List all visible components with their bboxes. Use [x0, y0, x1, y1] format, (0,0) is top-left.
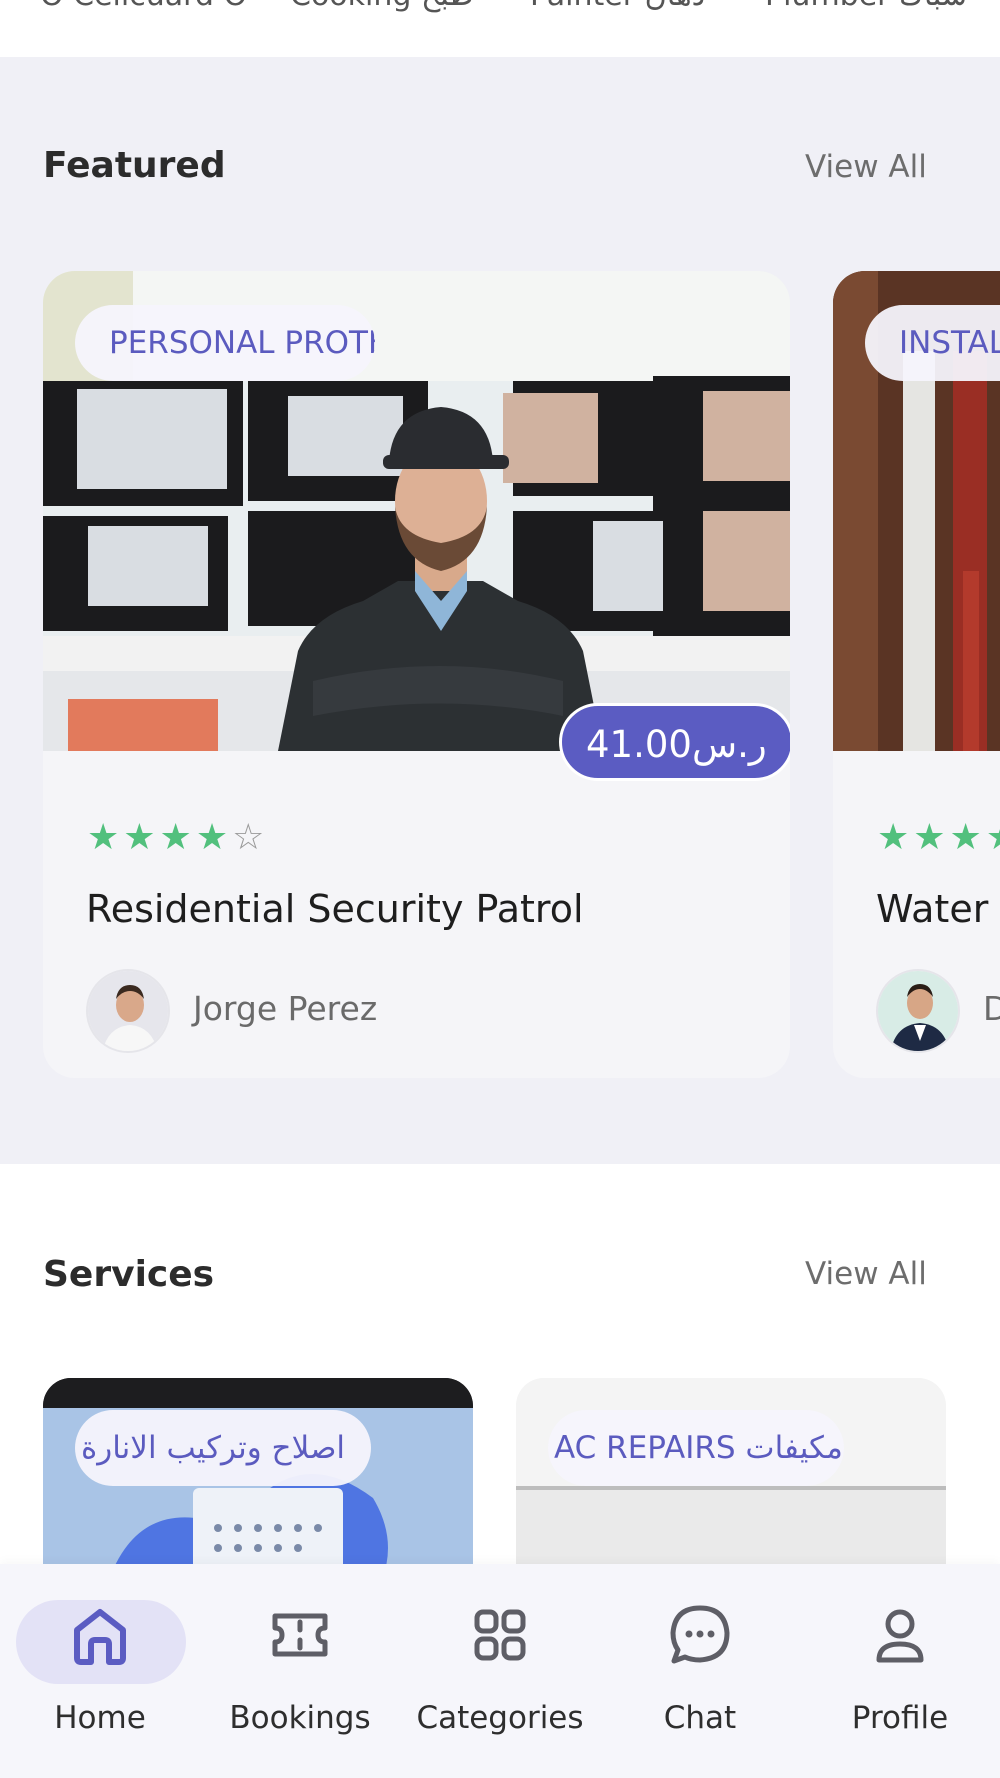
- rating-stars: ★★★★☆: [87, 817, 268, 858]
- category-chip[interactable]: Cooking طبخ: [290, 0, 473, 13]
- bottom-navigation: Home Bookings Categories Chat Profile: [0, 1564, 1000, 1778]
- category-tag: PERSONAL PROTECTION: [75, 305, 375, 381]
- category-chip[interactable]: Painter دهان: [530, 0, 705, 13]
- star-empty-icon: ☆: [232, 817, 269, 858]
- nav-item-profile[interactable]: Profile: [800, 1600, 1000, 1760]
- price-badge: 41.00ر.س: [559, 703, 790, 781]
- ticket-icon: [272, 1613, 328, 1657]
- nav-item-categories[interactable]: Categories: [400, 1600, 600, 1760]
- chat-bubble-icon: [670, 1605, 730, 1664]
- service-card[interactable]: AC REPAIRS صيانة مكيفات: [516, 1378, 946, 1564]
- services-view-all-link[interactable]: View All: [805, 1256, 927, 1292]
- service-title: Residential Security Patrol: [86, 887, 584, 931]
- nav-label: Bookings: [229, 1700, 371, 1736]
- category-tag: AC REPAIRS صيانة مكيفات: [548, 1410, 844, 1486]
- service-card[interactable]: اصلاح وتركيب الانارة: [43, 1378, 473, 1564]
- nav-item-bookings[interactable]: Bookings: [200, 1600, 400, 1760]
- featured-view-all-link[interactable]: View All: [805, 149, 927, 185]
- category-strip[interactable]: O Ceilcuard O Cooking طبخ Painter دهان P…: [0, 0, 1000, 57]
- avatar: [86, 969, 170, 1053]
- nav-label: Categories: [416, 1700, 584, 1736]
- nav-label: Chat: [663, 1700, 737, 1736]
- rating-stars: ★★★★☆: [877, 817, 1000, 858]
- nav-item-chat[interactable]: Chat: [600, 1600, 800, 1760]
- services-title: Services: [43, 1254, 215, 1295]
- service-title: Water H: [876, 887, 1000, 931]
- user-icon: [876, 1609, 924, 1663]
- featured-section: Featured View All PERSONAL PROT 41.00ر.س…: [0, 57, 1000, 1164]
- provider-name: Jorge Perez: [193, 989, 378, 1028]
- star-icon: ★★★★: [87, 817, 233, 858]
- home-icon: [74, 1609, 126, 1665]
- featured-card[interactable]: INSTALLATION ★★★★☆ Water H D: [833, 271, 1000, 1078]
- category-chip[interactable]: O Ceilcuard O: [40, 0, 247, 13]
- services-section: Services View All اصلاح وتركيب الانارة A…: [0, 1164, 1000, 1564]
- featured-card[interactable]: PERSONAL PROTECTION 41.00ر.س ★★★★☆ Resid…: [43, 271, 790, 1078]
- provider-name: D: [983, 989, 1000, 1028]
- nav-label: Home: [54, 1700, 146, 1736]
- category-chip[interactable]: Plumber سباك: [765, 0, 967, 13]
- category-tag: INSTALLATION: [865, 305, 1000, 381]
- category-tag: اصلاح وتركيب الانارة: [75, 1410, 371, 1486]
- home-screen: O Ceilcuard O Cooking طبخ Painter دهان P…: [0, 0, 1000, 1778]
- grid-icon: [474, 1609, 526, 1661]
- nav-label: Profile: [851, 1700, 949, 1736]
- featured-title: Featured: [43, 145, 226, 186]
- nav-item-home[interactable]: Home: [0, 1600, 200, 1760]
- star-icon: ★★★★: [877, 817, 1000, 858]
- avatar: [876, 969, 960, 1053]
